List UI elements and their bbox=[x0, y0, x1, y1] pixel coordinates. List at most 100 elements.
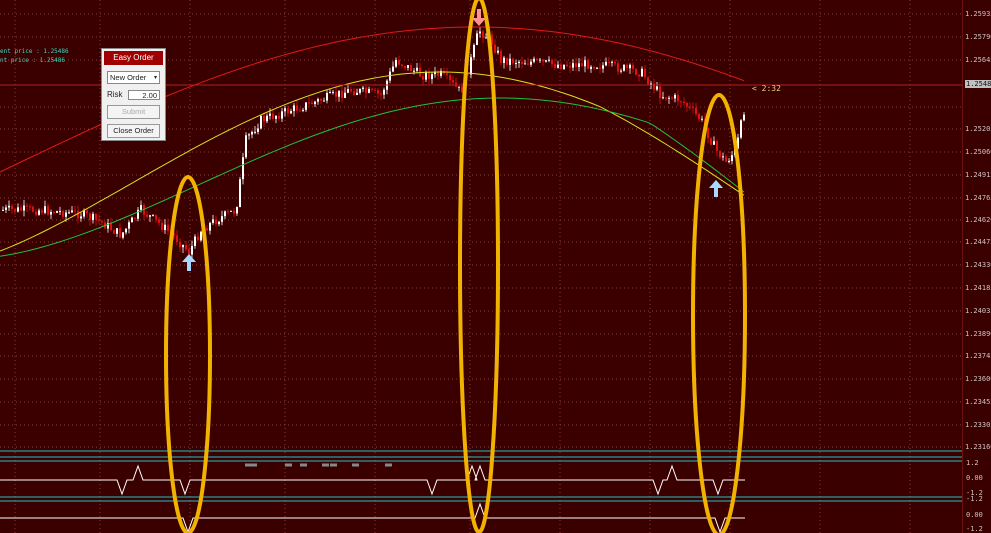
candle-body bbox=[149, 215, 151, 217]
candle-body bbox=[512, 58, 514, 64]
candle-body bbox=[602, 65, 604, 69]
candle-body bbox=[128, 222, 130, 229]
candle-body bbox=[350, 89, 352, 92]
candle-body bbox=[248, 134, 250, 136]
candle-body bbox=[494, 44, 496, 53]
risk-input[interactable]: 2.00 bbox=[128, 89, 160, 100]
candle-body bbox=[554, 64, 556, 68]
candle-body bbox=[566, 64, 568, 67]
price-tick-label: 1.23305 bbox=[965, 421, 991, 429]
candle-body bbox=[362, 87, 364, 89]
price-tick-label: 1.23890 bbox=[965, 330, 991, 338]
oscillator-line-1 bbox=[0, 464, 745, 496]
price-tick-label: 1.23745 bbox=[965, 352, 991, 360]
candle-body bbox=[224, 211, 226, 217]
price-axis[interactable]: 1.25935 1.25790 1.25645 1.25486 1.25205 1.250… bbox=[962, 0, 991, 533]
candle-body bbox=[614, 61, 616, 64]
candle-body bbox=[260, 115, 262, 129]
candle-body bbox=[485, 37, 487, 39]
candle-body bbox=[53, 212, 55, 214]
buy-arrow-icon bbox=[709, 180, 723, 197]
candle-body bbox=[182, 244, 184, 248]
candle-body bbox=[518, 61, 520, 64]
candle-body bbox=[653, 83, 655, 90]
candle-body bbox=[542, 59, 544, 62]
price-tick-label: 1.25486 bbox=[965, 80, 991, 88]
info-line: nt price : 1.25486 bbox=[0, 57, 66, 64]
candle-body bbox=[680, 101, 682, 103]
candle-body bbox=[56, 211, 58, 213]
candle-body bbox=[563, 64, 565, 70]
price-tick-label: 1.23600 bbox=[965, 375, 991, 383]
candle-body bbox=[23, 205, 25, 211]
candle-body bbox=[89, 213, 91, 220]
candle-body bbox=[380, 93, 382, 95]
submit-button[interactable]: Submit bbox=[107, 105, 160, 119]
candle-body bbox=[344, 92, 346, 98]
candle-body bbox=[41, 210, 43, 213]
risk-label: Risk bbox=[107, 90, 123, 99]
price-tick-label: 1.25060 bbox=[965, 148, 991, 156]
candle-body bbox=[743, 114, 745, 121]
candle-body bbox=[95, 213, 97, 220]
candle-body bbox=[176, 235, 178, 242]
candle-body bbox=[347, 89, 349, 93]
candle-body bbox=[146, 214, 148, 217]
candle-body bbox=[71, 210, 73, 213]
risk-row: Risk 2.00 bbox=[107, 89, 160, 100]
candle-body bbox=[581, 63, 583, 67]
candle-body bbox=[227, 211, 229, 213]
candle-body bbox=[593, 66, 595, 69]
candle-body bbox=[80, 216, 82, 219]
candle-body bbox=[32, 206, 34, 212]
candle-body bbox=[305, 102, 307, 110]
candle-body bbox=[206, 228, 208, 231]
candle-body bbox=[482, 31, 484, 38]
price-tick-label: 1.24330 bbox=[965, 261, 991, 269]
candle-body bbox=[539, 59, 541, 61]
candle-body bbox=[92, 213, 94, 220]
candle-body bbox=[590, 66, 592, 69]
candle-body bbox=[572, 63, 574, 68]
candle-body bbox=[548, 59, 550, 61]
candle-body bbox=[668, 97, 670, 99]
indicator-tick-label: 0.00 bbox=[966, 474, 983, 482]
price-tick-label: 1.25935 bbox=[965, 10, 991, 18]
candle-body bbox=[188, 249, 190, 255]
bar-countdown-timer: < 2:32 bbox=[752, 84, 781, 93]
candle-body bbox=[644, 68, 646, 78]
candle-body bbox=[332, 91, 334, 93]
candle-body bbox=[65, 212, 67, 217]
candle-body bbox=[164, 224, 166, 230]
candle-body bbox=[596, 67, 598, 69]
order-type-select[interactable]: New Order ▾ bbox=[107, 71, 160, 84]
candle-body bbox=[686, 103, 688, 107]
candle-body bbox=[83, 210, 85, 217]
candle-body bbox=[359, 88, 361, 93]
candle-body bbox=[353, 91, 355, 95]
candle-body bbox=[77, 211, 79, 219]
candle-body bbox=[545, 60, 547, 62]
indicator-dot bbox=[285, 463, 292, 467]
close-order-button[interactable]: Close Order bbox=[107, 124, 160, 138]
candle-body bbox=[47, 206, 49, 215]
candle-body bbox=[515, 63, 517, 65]
candle-body bbox=[407, 65, 409, 68]
info-line: ent price : 1.25486 bbox=[0, 48, 69, 55]
price-info-lines: ent price : 1.25486 nt price : 1.25486 bbox=[0, 47, 69, 65]
candle-body bbox=[620, 70, 622, 72]
candle-body bbox=[131, 217, 133, 223]
candle-body bbox=[221, 216, 223, 222]
candle-body bbox=[422, 76, 424, 80]
candle-body bbox=[356, 92, 358, 95]
candle-body bbox=[335, 91, 337, 97]
candle-body bbox=[665, 97, 667, 99]
indicator-dot bbox=[250, 463, 257, 467]
indicator-dots bbox=[245, 463, 392, 467]
candle-body bbox=[611, 61, 613, 63]
candle-body bbox=[629, 64, 631, 69]
candle-body bbox=[638, 74, 640, 77]
candle-body bbox=[158, 219, 160, 223]
candle-body bbox=[29, 206, 31, 208]
indicator-dot bbox=[330, 463, 337, 467]
